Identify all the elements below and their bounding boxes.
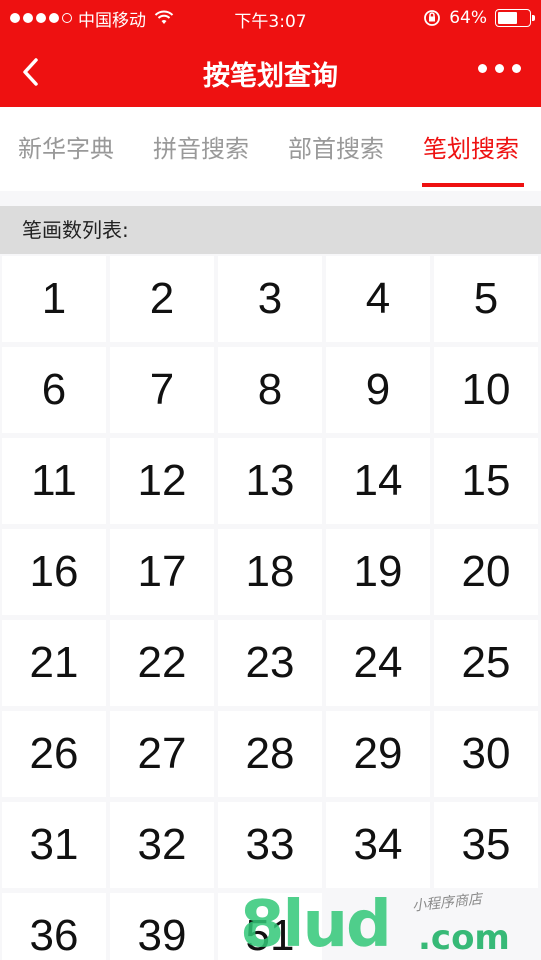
stroke-count-cell[interactable]: 23 <box>218 620 322 706</box>
stroke-count-cell[interactable]: 24 <box>326 620 430 706</box>
stroke-count-cell[interactable]: 20 <box>434 529 538 615</box>
stroke-count-cell[interactable]: 34 <box>326 802 430 888</box>
stroke-count-cell[interactable]: 7 <box>110 347 214 433</box>
stroke-count-cell[interactable]: 31 <box>2 802 106 888</box>
tab-stroke-search[interactable]: 笔划搜索 <box>423 129 519 164</box>
battery-icon <box>495 9 535 27</box>
stroke-count-cell[interactable]: 19 <box>326 529 430 615</box>
active-tab-indicator <box>422 183 524 187</box>
stroke-count-cell[interactable]: 8 <box>218 347 322 433</box>
page-title: 按笔划查询 <box>203 61 338 92</box>
stroke-count-cell[interactable]: 10 <box>434 347 538 433</box>
stroke-count-cell[interactable]: 25 <box>434 620 538 706</box>
stroke-count-cell[interactable]: 51 <box>218 893 322 960</box>
stroke-count-cell[interactable]: 26 <box>2 711 106 797</box>
more-dots-icon <box>478 64 487 73</box>
status-bar: 中国移动 下午3:07 64% <box>0 0 541 36</box>
stroke-count-cell[interactable]: 28 <box>218 711 322 797</box>
stroke-count-grid: 1 2 3 4 5 6 7 8 9 10 11 12 13 14 15 16 17 18 19 20 21 22 23 24 2… <box>0 256 541 960</box>
stroke-count-cell[interactable]: 12 <box>110 438 214 524</box>
stroke-count-cell[interactable]: 35 <box>434 802 538 888</box>
stroke-count-cell[interactable]: 36 <box>2 893 106 960</box>
tab-pinyin-search[interactable]: 拼音搜索 <box>153 129 249 164</box>
stroke-count-cell[interactable]: 3 <box>218 256 322 342</box>
tab-xinhua-dictionary[interactable]: 新华字典 <box>18 129 114 164</box>
stroke-count-cell[interactable]: 21 <box>2 620 106 706</box>
status-right: 64% <box>423 7 535 29</box>
stroke-count-cell[interactable]: 29 <box>326 711 430 797</box>
stroke-count-cell[interactable]: 9 <box>326 347 430 433</box>
stroke-count-cell[interactable]: 27 <box>110 711 214 797</box>
orientation-lock-icon <box>424 10 441 26</box>
stroke-count-cell[interactable]: 18 <box>218 529 322 615</box>
stroke-count-cell[interactable]: 11 <box>2 438 106 524</box>
battery-fill <box>498 12 518 24</box>
battery-percent: 64% <box>449 8 487 28</box>
section-header: 笔画数列表: <box>0 206 541 254</box>
stroke-count-cell[interactable]: 30 <box>434 711 538 797</box>
nav-bar: 按笔划查询 <box>0 36 541 107</box>
stroke-count-cell[interactable]: 2 <box>110 256 214 342</box>
stroke-count-cell[interactable]: 14 <box>326 438 430 524</box>
tab-bar: 新华字典 拼音搜索 部首搜索 笔划搜索 <box>0 107 541 191</box>
stroke-count-cell[interactable]: 5 <box>434 256 538 342</box>
stroke-count-cell[interactable]: 16 <box>2 529 106 615</box>
more-button[interactable] <box>478 64 521 73</box>
stroke-count-cell[interactable]: 39 <box>110 893 214 960</box>
stroke-count-cell[interactable]: 17 <box>110 529 214 615</box>
stroke-count-cell[interactable]: 32 <box>110 802 214 888</box>
stroke-count-cell[interactable]: 33 <box>218 802 322 888</box>
stroke-count-cell[interactable]: 4 <box>326 256 430 342</box>
stroke-count-cell[interactable]: 13 <box>218 438 322 524</box>
stroke-count-cell[interactable]: 1 <box>2 256 106 342</box>
stroke-count-cell[interactable]: 22 <box>110 620 214 706</box>
stroke-count-cell[interactable]: 6 <box>2 347 106 433</box>
tab-radical-search[interactable]: 部首搜索 <box>288 129 384 164</box>
stroke-count-cell[interactable]: 15 <box>434 438 538 524</box>
